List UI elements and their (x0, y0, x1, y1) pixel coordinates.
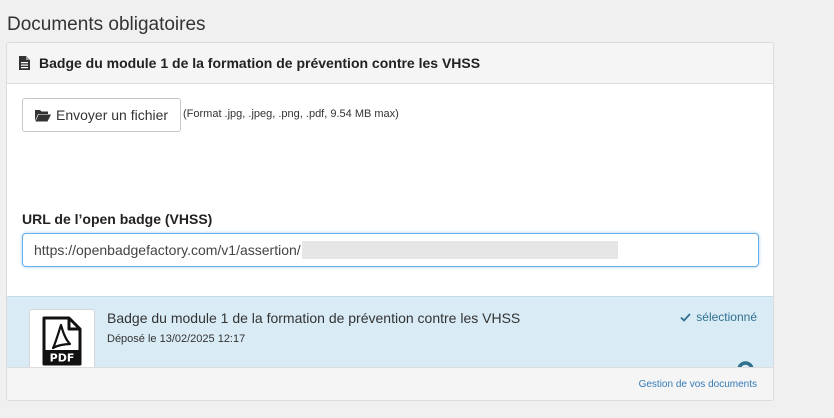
pdf-thumb-label: PDF (50, 352, 75, 365)
redacted-segment (301, 241, 618, 259)
selected-status-label: sélectionné (696, 310, 757, 324)
pdf-file-icon: PDF (42, 316, 82, 366)
pdf-thumbnail[interactable]: PDF (29, 309, 95, 373)
open-badge-url-label: URL de l’open badge (VHSS) (22, 211, 213, 227)
panel-body: Envoyer un fichier (Format .jpg, .jpeg, … (7, 84, 773, 296)
check-icon (680, 312, 691, 322)
file-icon (19, 56, 30, 70)
open-badge-url-input[interactable]: https://openbadgefactory.com/v1/assertio… (22, 233, 759, 267)
open-badge-url-value: https://openbadgefactory.com/v1/assertio… (34, 242, 301, 258)
section-title: Documents obligatoires (7, 14, 206, 35)
format-note: (Format .jpg, .jpeg, .png, .pdf, 9.54 MB… (183, 108, 399, 120)
folder-open-icon (35, 109, 51, 121)
document-date: Déposé le 13/02/2025 12:17 (107, 333, 246, 345)
panel-footer: Gestion de vos documents (7, 367, 773, 400)
selected-status: sélectionné (680, 310, 757, 324)
panel-heading-title: Badge du module 1 de la formation de pré… (39, 55, 481, 71)
upload-file-button[interactable]: Envoyer un fichier (22, 98, 182, 132)
upload-file-label: Envoyer un fichier (56, 107, 169, 123)
manage-documents-link[interactable]: Gestion de vos documents (639, 379, 757, 390)
document-title: Badge du module 1 de la formation de pré… (107, 310, 521, 326)
document-panel: Badge du module 1 de la formation de pré… (6, 42, 774, 401)
panel-heading: Badge du module 1 de la formation de pré… (7, 43, 773, 84)
